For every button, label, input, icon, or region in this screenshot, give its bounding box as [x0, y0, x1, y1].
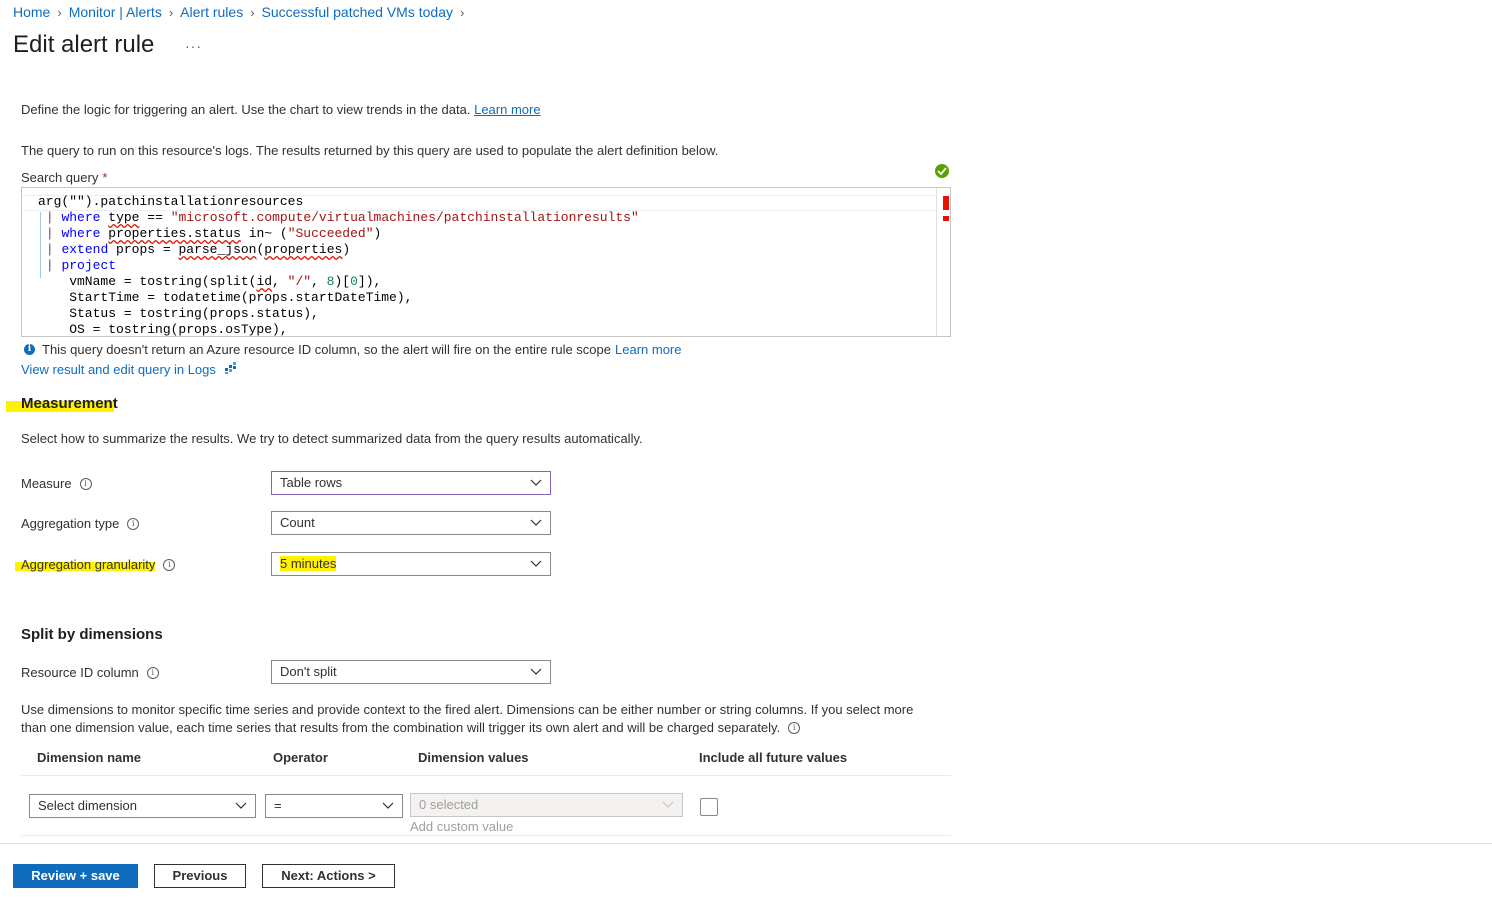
footer-divider — [0, 843, 1492, 844]
aggregation-type-value: Count — [280, 515, 315, 530]
breadcrumb-rule-name[interactable]: Successful patched VMs today — [262, 4, 453, 20]
aggregation-granularity-dropdown[interactable]: 5 minutes — [271, 552, 551, 576]
add-custom-value: Add custom value — [410, 819, 514, 834]
chevron-down-icon — [530, 519, 542, 526]
info-tooltip-icon[interactable]: i — [79, 477, 92, 490]
search-query-label-text: Search query — [21, 170, 99, 185]
breadcrumb: Home › Monitor | Alerts › Alert rules › … — [13, 4, 471, 20]
dimension-name-dropdown[interactable]: Select dimension — [29, 794, 256, 818]
review-save-button[interactable]: Review + save — [13, 864, 138, 888]
query-info-text: This query doesn't return an Azure resou… — [42, 342, 611, 357]
error-marker — [943, 196, 949, 210]
intro-learn-more-link[interactable]: Learn more — [474, 102, 540, 117]
aggregation-type-label-text: Aggregation type — [21, 516, 120, 531]
logs-link-row: View result and edit query in Logs — [21, 361, 240, 378]
chevron-right-icon: › — [168, 4, 174, 20]
chevron-right-icon: › — [57, 4, 62, 20]
aggregation-granularity-label-text: Aggregation granularity — [21, 557, 156, 572]
resource-id-label: Resource ID column i — [21, 665, 159, 680]
view-in-logs-link[interactable]: View result and edit query in Logs — [21, 362, 216, 377]
chevron-right-icon: › — [459, 4, 465, 20]
dimension-values-value: 0 selected — [419, 797, 479, 812]
query-code[interactable]: arg("").patchinstallationresources | whe… — [38, 194, 639, 336]
query-description: The query to run on this resource's logs… — [21, 143, 719, 158]
measure-label: Measure i — [21, 476, 92, 491]
intro-description: Define the logic for triggering an alert… — [21, 102, 471, 117]
chevron-down-icon — [530, 560, 542, 567]
column-include-future-values: Include all future values — [699, 750, 848, 765]
aggregation-type-label: Aggregation type i — [21, 516, 140, 531]
info-tooltip-icon[interactable]: i — [163, 558, 176, 571]
chevron-down-icon — [662, 801, 674, 808]
previous-button[interactable]: Previous — [154, 864, 246, 888]
measure-value: Table rows — [280, 475, 343, 490]
required-mark: * — [102, 170, 108, 185]
info-icon: i — [24, 344, 35, 355]
query-info: i This query doesn't return an Azure res… — [24, 342, 681, 357]
breadcrumb-home[interactable]: Home — [13, 4, 50, 20]
include-future-values-checkbox[interactable] — [700, 798, 718, 816]
info-tooltip-icon[interactable]: i — [146, 666, 159, 679]
chevron-down-icon — [382, 802, 394, 809]
error-marker — [943, 216, 949, 221]
chevron-down-icon — [530, 668, 542, 675]
split-heading: Split by dimensions — [21, 626, 163, 643]
measure-label-text: Measure — [21, 476, 72, 491]
operator-dropdown[interactable]: = — [265, 794, 403, 818]
measurement-heading: Measurement — [21, 395, 118, 412]
aggregation-type-dropdown[interactable]: Count — [271, 511, 551, 535]
info-tooltip-icon[interactable]: i — [127, 517, 140, 530]
split-description-line1: Use dimensions to monitor specific time … — [21, 702, 914, 717]
split-description-line2: than one dimension value, each time seri… — [21, 720, 781, 735]
resource-id-value: Don't split — [280, 664, 337, 679]
info-tooltip-icon[interactable]: i — [788, 721, 801, 734]
aggregation-granularity-label: Aggregation granularity i — [21, 557, 176, 572]
split-description-line2-row: than one dimension value, each time seri… — [21, 720, 801, 735]
search-query-editor[interactable]: arg("").patchinstallationresources | whe… — [21, 187, 951, 337]
chevron-down-icon — [530, 479, 542, 486]
dimension-values-dropdown: 0 selected — [410, 793, 683, 817]
validation-success-icon — [935, 164, 949, 178]
aggregation-granularity-value: 5 minutes — [280, 556, 337, 571]
chevron-down-icon — [235, 802, 247, 809]
table-divider — [21, 835, 951, 836]
search-query-label: Search query * — [21, 170, 107, 185]
more-options-icon[interactable]: ··· — [185, 38, 202, 54]
intro-text: Define the logic for triggering an alert… — [21, 102, 541, 117]
column-dimension-values: Dimension values — [418, 750, 529, 765]
logs-icon[interactable] — [224, 361, 240, 378]
editor-scrollbar[interactable] — [936, 188, 950, 336]
breadcrumb-alert-rules[interactable]: Alert rules — [180, 4, 243, 20]
next-actions-button[interactable]: Next: Actions > — [262, 864, 395, 888]
table-divider — [21, 775, 951, 776]
operator-value: = — [274, 798, 282, 813]
resource-id-dropdown[interactable]: Don't split — [271, 660, 551, 684]
resource-id-label-text: Resource ID column — [21, 665, 139, 680]
dimension-name-placeholder: Select dimension — [38, 798, 137, 813]
code-line: arg("").patchinstallationresources — [38, 194, 304, 209]
query-info-learn-more-link[interactable]: Learn more — [615, 342, 681, 357]
column-operator: Operator — [273, 750, 328, 765]
page-title: Edit alert rule — [13, 31, 155, 58]
column-dimension-name: Dimension name — [37, 750, 142, 765]
measurement-description: Select how to summarize the results. We … — [21, 431, 643, 446]
chevron-right-icon: › — [250, 4, 255, 20]
measure-dropdown[interactable]: Table rows — [271, 471, 551, 495]
breadcrumb-monitor-alerts[interactable]: Monitor | Alerts — [69, 4, 162, 20]
